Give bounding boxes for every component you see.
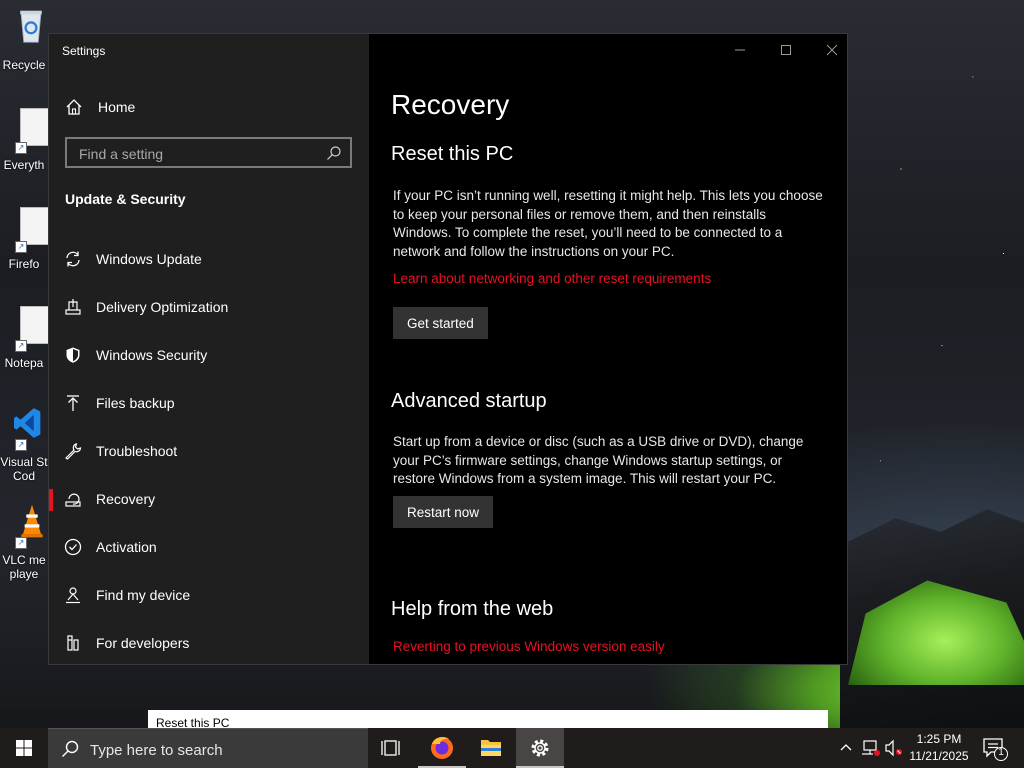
everything-icon bbox=[20, 108, 50, 146]
sidebar-item-delivery-optimization[interactable]: Delivery Optimization bbox=[49, 287, 369, 327]
settings-window: Settings Home Update & Security Windows … bbox=[48, 33, 848, 665]
home-label: Home bbox=[98, 99, 136, 115]
desktop-icon-label: VLC me bbox=[2, 553, 46, 567]
reset-heading: Reset this PC bbox=[391, 143, 514, 165]
taskbar-app-firefox[interactable] bbox=[418, 728, 466, 768]
notepad-icon bbox=[20, 306, 50, 344]
shortcut-arrow-icon: ↗ bbox=[15, 241, 27, 253]
chevron-up-icon[interactable] bbox=[838, 740, 854, 756]
desktop-icon-label: Visual St bbox=[0, 455, 48, 469]
sidebar-item-activation[interactable]: Activation bbox=[49, 527, 369, 567]
page-title: Recovery bbox=[391, 89, 510, 120]
home-nav-item[interactable]: Home bbox=[65, 96, 135, 118]
desktop-icon-label: Notepa bbox=[4, 356, 44, 370]
reset-requirements-link[interactable]: Learn about networking and other reset r… bbox=[393, 271, 711, 286]
help-heading: Help from the web bbox=[391, 598, 554, 620]
taskbar: 1:25 PM 11/21/2025 1 bbox=[0, 728, 1024, 768]
sidebar-item-recovery[interactable]: Recovery bbox=[49, 479, 369, 519]
advanced-startup-heading: Advanced startup bbox=[391, 390, 547, 412]
backup-arrow-icon bbox=[67, 395, 79, 411]
window-title: Settings bbox=[62, 44, 106, 58]
developer-icon bbox=[67, 635, 79, 651]
shortcut-arrow-icon: ↗ bbox=[15, 340, 27, 352]
desktop-icon-everything[interactable]: ↗ Everyth bbox=[0, 108, 50, 198]
sidebar-item-windows-security[interactable]: Windows Security bbox=[49, 335, 369, 375]
sidebar-item-label: Activation bbox=[96, 539, 157, 555]
notification-count-badge: 1 bbox=[998, 747, 1004, 758]
reset-description: If your PC isn’t running well, resetting… bbox=[393, 188, 823, 259]
desktop-icon-vscode[interactable]: ↗ Visual St Cod bbox=[0, 405, 48, 495]
find-setting-search[interactable] bbox=[65, 137, 352, 168]
clock-time: 1:25 PM bbox=[916, 732, 962, 746]
maximize-icon[interactable] bbox=[771, 40, 801, 60]
firefox-icon bbox=[431, 736, 453, 759]
shortcut-arrow-icon: ↗ bbox=[15, 537, 27, 549]
clock-date: 11/21/2025 bbox=[909, 749, 969, 763]
sidebar-item-windows-update[interactable]: Windows Update bbox=[49, 239, 369, 279]
preview-title: Reset this PC bbox=[156, 716, 230, 728]
recycle-bin-icon bbox=[20, 10, 42, 43]
network-icon[interactable] bbox=[861, 739, 881, 757]
sidebar-item-label: Files backup bbox=[96, 395, 175, 411]
find-setting-input[interactable] bbox=[77, 144, 321, 164]
sync-icon bbox=[66, 251, 80, 267]
vlc-icon bbox=[21, 504, 43, 538]
wrench-icon bbox=[65, 443, 82, 460]
minimize-icon[interactable] bbox=[725, 40, 755, 60]
sidebar-item-label: For developers bbox=[96, 635, 190, 651]
shield-icon bbox=[66, 347, 80, 363]
desktop-icon-label: Everyth bbox=[3, 158, 45, 172]
restart-now-button[interactable]: Restart now bbox=[393, 496, 494, 528]
desktop-icon-label: playe bbox=[9, 567, 39, 581]
sidebar-item-label: Recovery bbox=[96, 491, 156, 507]
desktop-icon-label: Cod bbox=[12, 469, 35, 483]
settings-gear-icon bbox=[531, 739, 549, 757]
advanced-startup-description: Start up from a device or disc (such as … bbox=[393, 434, 804, 486]
active-indicator bbox=[49, 489, 53, 511]
sidebar-item-label: Find my device bbox=[96, 587, 191, 603]
sidebar-item-label: Windows Security bbox=[96, 347, 208, 363]
task-view-icon[interactable] bbox=[368, 728, 416, 768]
taskbar-app-settings[interactable] bbox=[516, 728, 564, 768]
windows-start-icon[interactable] bbox=[0, 728, 48, 768]
sidebar-item-troubleshoot[interactable]: Troubleshoot bbox=[49, 431, 369, 471]
section-title: Update & Security bbox=[65, 191, 186, 207]
notifications-icon[interactable] bbox=[982, 736, 1010, 762]
desktop-icon-notepad[interactable]: ↗ Notepa bbox=[0, 306, 50, 396]
recovery-icon bbox=[65, 493, 81, 507]
get-started-button[interactable]: Get started bbox=[393, 307, 488, 339]
shortcut-arrow-icon: ↗ bbox=[15, 439, 27, 451]
home-icon bbox=[66, 99, 82, 115]
help-link[interactable]: Reverting to previous Windows version ea… bbox=[393, 639, 665, 654]
window-preview-strip[interactable]: Reset this PC bbox=[148, 710, 828, 728]
sidebar-item-label: Delivery Optimization bbox=[96, 299, 229, 315]
sidebar-item-label: Windows Update bbox=[96, 251, 202, 267]
taskbar-search[interactable] bbox=[48, 728, 368, 768]
desktop-icon-vlc[interactable]: ↗ VLC me playe bbox=[0, 503, 48, 593]
person-pin-icon bbox=[66, 587, 80, 604]
desktop-icon-firefox[interactable]: ↗ Firefo bbox=[0, 207, 50, 297]
shortcut-arrow-icon: ↗ bbox=[15, 142, 27, 154]
close-icon[interactable] bbox=[817, 40, 847, 60]
settings-content: Recovery Reset this PC If your PC isn’t … bbox=[369, 34, 847, 664]
check-circle-icon bbox=[64, 538, 82, 556]
desktop-icon-label: Firefo bbox=[8, 257, 40, 271]
settings-sidebar: Settings Home Update & Security Windows … bbox=[49, 34, 369, 664]
desktop-icon-recycle-bin[interactable]: Recycle bbox=[0, 8, 48, 98]
taskbar-search-input[interactable] bbox=[88, 739, 352, 761]
file-explorer-icon bbox=[481, 740, 501, 756]
sidebar-item-find-my-device[interactable]: Find my device bbox=[49, 575, 369, 615]
desktop-icon-label: Recycle bbox=[2, 58, 46, 72]
search-icon bbox=[62, 740, 79, 757]
sidebar-item-for-developers[interactable]: For developers bbox=[49, 623, 369, 663]
delivery-icon bbox=[65, 299, 81, 315]
sidebar-item-label: Troubleshoot bbox=[96, 443, 178, 459]
taskbar-app-file-explorer[interactable] bbox=[467, 728, 515, 768]
vscode-icon bbox=[14, 408, 41, 438]
firefox-shortcut-icon bbox=[20, 207, 50, 245]
volume-muted-icon[interactable] bbox=[884, 739, 904, 757]
sidebar-item-files-backup[interactable]: Files backup bbox=[49, 383, 369, 423]
search-icon[interactable] bbox=[326, 145, 342, 161]
system-clock[interactable]: 1:25 PM 11/21/2025 bbox=[906, 731, 972, 765]
